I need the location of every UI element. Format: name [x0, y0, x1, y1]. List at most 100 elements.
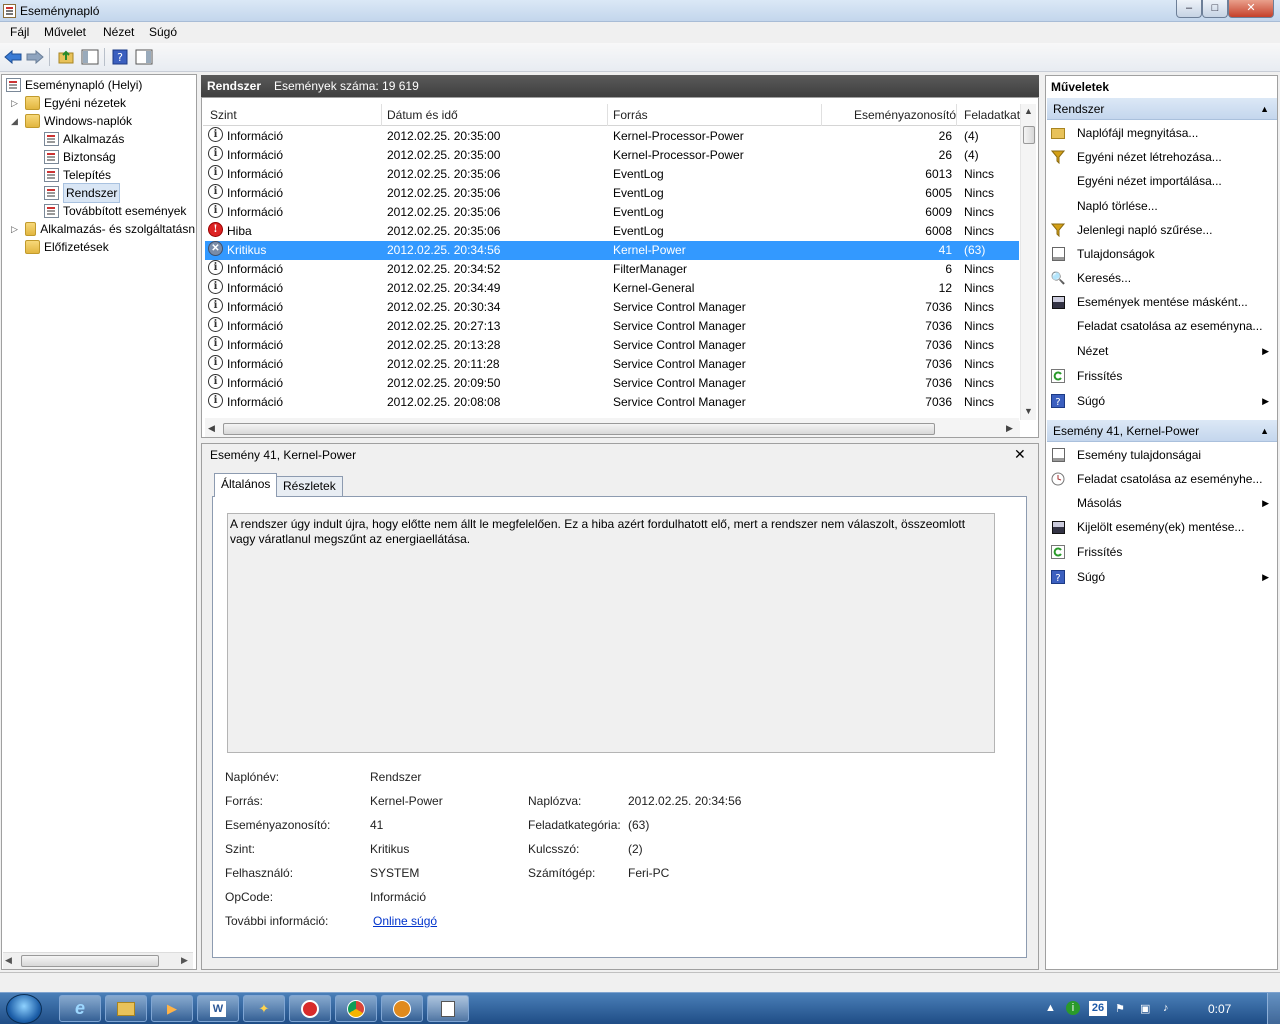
action-item[interactable]: Kijelölt esemény(ek) mentése... — [1050, 517, 1275, 537]
action-item[interactable]: Jelenlegi napló szűrése... — [1050, 220, 1275, 240]
table-row[interactable]: i Információ 2012.02.25. 20:09:50 Service C… — [205, 374, 1019, 393]
action-item[interactable]: Feladat csatolása az eseményhe... — [1050, 469, 1275, 489]
menu-action[interactable]: Művelet — [44, 25, 86, 39]
tree-custom-views[interactable]: Egyéni nézetek — [25, 94, 126, 112]
cell-id: 26 — [938, 129, 952, 143]
table-row[interactable]: i Információ 2012.02.25. 20:34:52 FilterMan… — [205, 260, 1019, 279]
ie-icon[interactable]: e — [59, 995, 101, 1022]
table-row[interactable]: ! Hiba 2012.02.25. 20:35:06 EventLog 6008 Nin… — [205, 222, 1019, 241]
table-row[interactable]: i Információ 2012.02.25. 20:35:00 Kernel-Pr… — [205, 127, 1019, 146]
table-row[interactable]: i Információ 2012.02.25. 20:34:49 Kernel-Ge… — [205, 279, 1019, 298]
action-item[interactable]: Tulajdonságok — [1050, 244, 1275, 264]
action-item[interactable]: Napló törlése... — [1050, 196, 1275, 216]
tree-log-forwarded[interactable]: Továbbított események — [44, 202, 186, 220]
explorer-folder-icon[interactable] — [105, 995, 147, 1022]
tab-general[interactable]: Általános — [214, 473, 278, 497]
tree-log-system[interactable]: Rendszer — [42, 183, 121, 203]
action-item[interactable]: Frissítés — [1050, 542, 1275, 562]
table-row[interactable]: ✕ Kritikus 2012.02.25. 20:34:56 Kernel-Powe… — [205, 241, 1019, 260]
action-item[interactable]: Nézet ▶ — [1050, 341, 1275, 361]
folder-icon — [25, 240, 40, 254]
app-red-icon[interactable] — [289, 995, 331, 1022]
table-row[interactable]: i Információ 2012.02.25. 20:35:06 EventLog 6… — [205, 184, 1019, 203]
menu-file[interactable]: Fájl — [10, 25, 29, 39]
close-icon[interactable]: ✕ — [1014, 446, 1026, 463]
log-icon — [44, 186, 59, 200]
messenger-icon[interactable]: ✦ — [243, 995, 285, 1022]
col-event-id[interactable]: Eseményazonosító — [854, 108, 956, 122]
col-source[interactable]: Forrás — [613, 108, 648, 122]
folder-up-icon[interactable] — [56, 48, 76, 66]
expand-arrow-icon[interactable]: ▷ — [11, 224, 18, 235]
menu-view[interactable]: Nézet — [103, 25, 134, 39]
action-item[interactable]: 🔍 Keresés... — [1050, 268, 1275, 288]
word-icon[interactable]: W — [197, 995, 239, 1022]
table-row[interactable]: i Információ 2012.02.25. 20:30:34 Service C… — [205, 298, 1019, 317]
online-help-link[interactable]: Online súgó — [373, 914, 437, 928]
show-hide-action-pane-icon[interactable] — [134, 48, 154, 66]
expand-arrow-icon[interactable]: ▷ — [11, 98, 18, 109]
tree-root[interactable]: Eseménynapló (Helyi) — [6, 76, 142, 94]
action-item[interactable]: ? Súgó ▶ — [1050, 567, 1275, 587]
forward-arrow-icon[interactable] — [25, 48, 45, 66]
col-level[interactable]: Szint — [210, 108, 237, 122]
actions-section-log[interactable]: Rendszer ▲ — [1047, 98, 1277, 120]
table-row[interactable]: i Információ 2012.02.25. 20:35:06 EventLog 6… — [205, 165, 1019, 184]
col-date[interactable]: Dátum és idő — [387, 108, 458, 122]
security-tray-icon[interactable]: i — [1066, 1001, 1080, 1015]
back-arrow-icon[interactable] — [3, 48, 23, 66]
media-player-icon[interactable]: ▶ — [151, 995, 193, 1022]
chrome-icon[interactable] — [335, 995, 377, 1022]
action-item[interactable]: Egyéni nézet importálása... — [1050, 171, 1275, 191]
critical-icon: ✕ — [208, 241, 223, 256]
tree-log-application[interactable]: Alkalmazás — [44, 130, 124, 148]
help-icon[interactable]: ? — [110, 48, 130, 66]
start-button[interactable] — [6, 994, 42, 1024]
event-description[interactable]: A rendszer úgy indult újra, hogy előtte … — [227, 513, 995, 753]
show-hide-console-tree-icon[interactable] — [80, 48, 100, 66]
log-name: Rendszer — [207, 79, 262, 93]
maximize-button[interactable]: □ — [1202, 0, 1228, 18]
action-item[interactable]: Másolás ▶ — [1050, 493, 1275, 513]
network-icon[interactable]: ▣ — [1140, 1002, 1150, 1015]
tree-windows-logs[interactable]: Windows-naplók — [25, 112, 132, 130]
action-item[interactable]: Egyéni nézet létrehozása... — [1050, 147, 1275, 167]
app-orange-icon[interactable] — [381, 995, 423, 1022]
action-center-flag-icon[interactable]: ⚑ — [1115, 1002, 1125, 1015]
volume-icon[interactable]: ♪ — [1163, 1002, 1169, 1014]
list-horizontal-scrollbar[interactable]: ◀ ▶ — [205, 421, 1020, 437]
close-button[interactable]: ✕ — [1228, 0, 1274, 18]
tab-details[interactable]: Részletek — [276, 476, 343, 496]
tree-log-security[interactable]: Biztonság — [44, 148, 116, 166]
event-viewer-icon — [6, 78, 21, 92]
table-row[interactable]: i Információ 2012.02.25. 20:35:00 Kernel-Pr… — [205, 146, 1019, 165]
action-item[interactable]: Események mentése másként... — [1050, 292, 1275, 312]
tree-app-services[interactable]: Alkalmazás- és szolgáltatásn — [25, 220, 195, 238]
tree-horizontal-scrollbar[interactable]: ◀ ▶ — [3, 952, 193, 969]
menu-help[interactable]: Súgó — [149, 25, 177, 39]
collapse-arrow-icon[interactable]: ◢ — [11, 116, 18, 127]
show-desktop-button[interactable] — [1267, 993, 1280, 1024]
action-item[interactable]: ? Súgó ▶ — [1050, 391, 1275, 411]
cell-task: Nincs — [964, 167, 995, 181]
col-task-category[interactable]: Feladatkat — [964, 108, 1020, 122]
action-item[interactable]: Feladat csatolása az eseménynа... — [1050, 316, 1275, 336]
action-item[interactable]: Esemény tulajdonságai — [1050, 445, 1275, 465]
table-row[interactable]: i Információ 2012.02.25. 20:35:06 EventLog 6… — [205, 203, 1019, 222]
list-vertical-scrollbar[interactable]: ▲ ▼ — [1020, 104, 1036, 420]
event-viewer-taskbar-icon[interactable] — [427, 995, 469, 1022]
show-hidden-icons-icon[interactable]: ▲ — [1045, 1002, 1056, 1014]
table-row[interactable]: i Információ 2012.02.25. 20:13:28 Service C… — [205, 336, 1019, 355]
actions-section-event[interactable]: Esemény 41, Kernel-Power ▲ — [1047, 420, 1277, 442]
tree-subscriptions[interactable]: Előfizetések — [25, 238, 109, 256]
tree-log-setup[interactable]: Telepítés — [44, 166, 111, 184]
action-item[interactable]: Frissítés — [1050, 366, 1275, 386]
cell-date: 2012.02.25. 20:35:00 — [387, 129, 501, 143]
calendar-tray-icon[interactable]: 26 — [1089, 1001, 1107, 1016]
table-row[interactable]: i Információ 2012.02.25. 20:08:08 Service C… — [205, 393, 1019, 412]
table-row[interactable]: i Információ 2012.02.25. 20:27:13 Service C… — [205, 317, 1019, 336]
minimize-button[interactable]: – — [1176, 0, 1202, 18]
table-row[interactable]: i Információ 2012.02.25. 20:11:28 Service C… — [205, 355, 1019, 374]
action-item[interactable]: Naplófájl megnyitása... — [1050, 123, 1275, 143]
clock[interactable]: 0:07 — [1208, 1002, 1231, 1016]
